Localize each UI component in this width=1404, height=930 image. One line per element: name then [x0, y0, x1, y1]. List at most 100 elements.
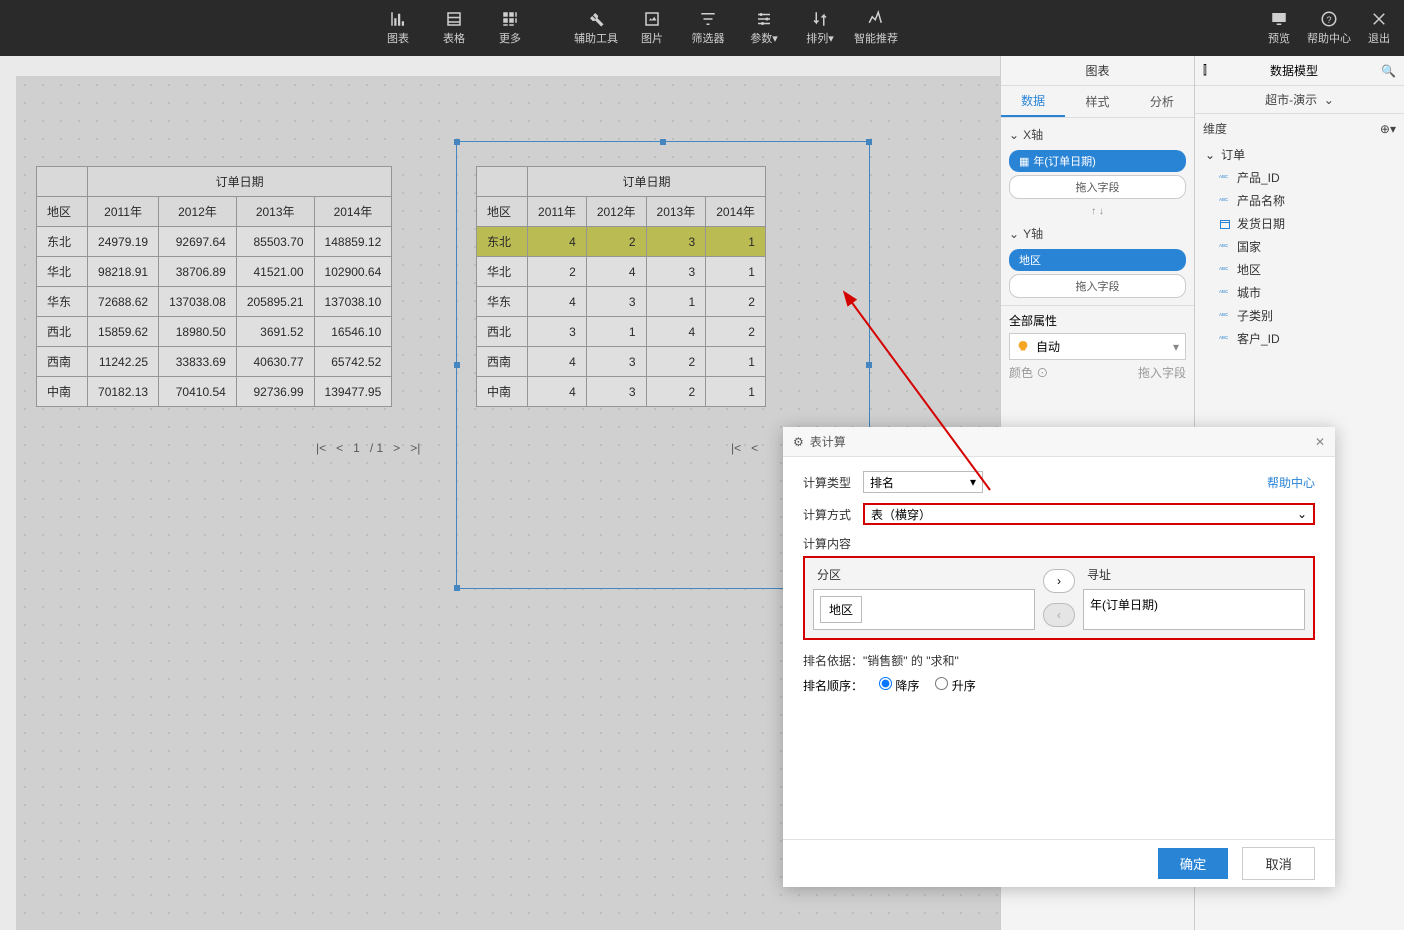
tree-item[interactable]: ABC城市 — [1201, 281, 1398, 304]
x-axis-section: ⌄ X轴 ▦年(订单日期) 拖入字段 — [1001, 118, 1194, 206]
tree-item[interactable]: ABC产品_ID — [1201, 166, 1398, 189]
image-label: 图片 — [641, 30, 663, 46]
calc-mode-select[interactable]: 表（横穿）⌄ — [863, 503, 1315, 525]
table-calc-modal: ⚙表计算 ✕ 计算类型 排名▾ 帮助中心 计算方式 表（横穿）⌄ 计算内容 分区… — [783, 427, 1335, 887]
svg-text:ABC: ABC — [1219, 197, 1229, 202]
tab-data[interactable]: 数据 — [1001, 86, 1065, 117]
help-button[interactable]: ? 帮助中心 — [1304, 10, 1354, 46]
sort-label: 排列▾ — [806, 30, 834, 46]
tab-analysis[interactable]: 分析 — [1130, 86, 1194, 117]
pager-2[interactable]: |<< — [731, 441, 758, 455]
x-axis-pill[interactable]: ▦年(订单日期) — [1009, 150, 1186, 172]
dimension-header: 维度 — [1203, 120, 1227, 137]
partition-item[interactable]: 地区 — [820, 596, 862, 623]
data-table-rank: 订单日期 地区2011年2012年2013年2014年 东北4231华北2431… — [476, 166, 766, 407]
tree-item[interactable]: ABC产品名称 — [1201, 189, 1398, 212]
tree-item[interactable]: ABC子类别 — [1201, 304, 1398, 327]
param-label: 参数▾ — [750, 30, 778, 46]
svg-text:ABC: ABC — [1219, 335, 1229, 340]
tree-item[interactable]: 发货日期 — [1201, 212, 1398, 235]
param-button[interactable]: 参数▾ — [736, 10, 792, 46]
partition-list[interactable]: 地区 — [813, 589, 1035, 630]
chevron-down-icon: ⌄ — [1297, 507, 1307, 521]
chevron-down-icon: ⌄ — [1205, 148, 1215, 162]
calendar-icon: ▦ — [1019, 155, 1029, 168]
modal-header: ⚙表计算 ✕ — [783, 427, 1335, 457]
aux-label: 辅助工具 — [574, 30, 618, 46]
sliders-icon — [755, 10, 773, 28]
order-asc[interactable]: 升序 — [935, 677, 975, 694]
chevron-down-icon: ⌄ — [1009, 128, 1019, 142]
y-axis-drop[interactable]: 拖入字段 — [1009, 274, 1186, 298]
image-button[interactable]: 图片 — [624, 10, 680, 46]
model-source[interactable]: 超市-演示 ⌄ — [1195, 86, 1404, 114]
ok-button[interactable]: 确定 — [1158, 848, 1229, 879]
swap-axes-icon[interactable]: ↑ ↓ — [1001, 206, 1194, 217]
sort-icon — [811, 10, 829, 28]
filter-label: 筛选器 — [692, 30, 725, 46]
help-link[interactable]: 帮助中心 — [1267, 474, 1315, 491]
image-icon — [643, 10, 661, 28]
exit-button[interactable]: 退出 — [1354, 10, 1404, 46]
preview-button[interactable]: 预览 — [1254, 10, 1304, 46]
partition-label: 分区 — [813, 566, 1035, 583]
x-axis-label: X轴 — [1023, 126, 1043, 143]
search-icon[interactable]: 🔍 — [1381, 64, 1396, 78]
attr-section: 全部属性 自动▾ 颜色 ⊙ 拖入字段 — [1001, 305, 1194, 391]
aux-button[interactable]: 辅助工具 — [568, 10, 624, 46]
grid-icon — [501, 10, 519, 28]
table-icon — [445, 10, 463, 28]
data-table-values: 订单日期 地区2011年2012年2013年2014年 东北24979.1992… — [36, 166, 392, 407]
partition-addressing-box: 分区 地区 › ‹ 寻址 年(订单日期) — [803, 556, 1315, 640]
attr-color-row[interactable]: 颜色 ⊙ 拖入字段 — [1009, 360, 1186, 385]
pager-1[interactable]: |<<1/ 1>>| — [316, 441, 420, 455]
dimension-tree: ⌄订单 ABC产品_IDABC产品名称发货日期ABC国家ABC地区ABC城市AB… — [1195, 143, 1404, 350]
addressing-list[interactable]: 年(订单日期) — [1083, 589, 1305, 630]
tree-root[interactable]: ⌄订单 — [1201, 143, 1398, 166]
chevron-down-icon: ▾ — [1173, 340, 1179, 354]
x-axis-drop[interactable]: 拖入字段 — [1009, 175, 1186, 199]
y-axis-pill[interactable]: 地区 — [1009, 249, 1186, 271]
chart-panel-title: 图表 — [1001, 56, 1194, 86]
addressing-item[interactable]: 年(订单日期) — [1090, 596, 1158, 613]
svg-text:ABC: ABC — [1219, 243, 1229, 248]
more-button[interactable]: 更多 — [482, 10, 538, 46]
tree-item[interactable]: ABC国家 — [1201, 235, 1398, 258]
preview-label: 预览 — [1268, 30, 1290, 46]
smart-button[interactable]: 智能推荐 — [848, 10, 904, 46]
table-button[interactable]: 表格 — [426, 10, 482, 46]
svg-text:ABC: ABC — [1219, 289, 1229, 294]
calc-type-select[interactable]: 排名▾ — [863, 471, 983, 493]
close-icon — [1370, 10, 1388, 28]
filter-button[interactable]: 筛选器 — [680, 10, 736, 46]
svg-text:ABC: ABC — [1219, 174, 1229, 179]
toolbar-group-right: 预览 ? 帮助中心 退出 — [1254, 10, 1404, 46]
chevron-down-icon: ▾ — [970, 475, 976, 489]
cancel-button[interactable]: 取消 — [1242, 847, 1315, 880]
tools-icon — [587, 10, 605, 28]
more-label: 更多 — [499, 30, 521, 46]
tree-item[interactable]: ABC客户_ID — [1201, 327, 1398, 350]
help-label: 帮助中心 — [1307, 30, 1351, 46]
order-desc[interactable]: 降序 — [879, 677, 919, 694]
exit-label: 退出 — [1368, 30, 1390, 46]
close-icon[interactable]: ✕ — [1315, 435, 1325, 449]
y-axis-section: ⌄Y轴 地区 拖入字段 — [1001, 217, 1194, 305]
calc-type-label: 计算类型 — [803, 474, 863, 491]
sort-button[interactable]: 排列▾ — [792, 10, 848, 46]
rank-basis: 排名依据："销售额" 的 "求和" — [803, 652, 1315, 669]
addressing-label: 寻址 — [1083, 566, 1305, 583]
top-toolbar: 图表 表格 更多 辅助工具 图片 筛选器 参数▾ 排列▾ 智能推荐 预览 ? 帮助… — [0, 0, 1404, 56]
date-header-2: 订单日期 — [528, 167, 766, 197]
attr-auto[interactable]: 自动▾ — [1009, 333, 1186, 360]
help-icon: ? — [1320, 10, 1338, 28]
tab-style[interactable]: 样式 — [1065, 86, 1129, 117]
move-right-button[interactable]: › — [1043, 569, 1075, 593]
order-label: 排名顺序： — [803, 677, 863, 694]
chart-button[interactable]: 图表 — [370, 10, 426, 46]
move-left-button[interactable]: ‹ — [1043, 603, 1075, 627]
globe-icon[interactable]: ⊕▾ — [1380, 122, 1396, 136]
chart-label: 图表 — [387, 30, 409, 46]
pin-icon[interactable]: ⫿ — [1203, 63, 1207, 78]
tree-item[interactable]: ABC地区 — [1201, 258, 1398, 281]
